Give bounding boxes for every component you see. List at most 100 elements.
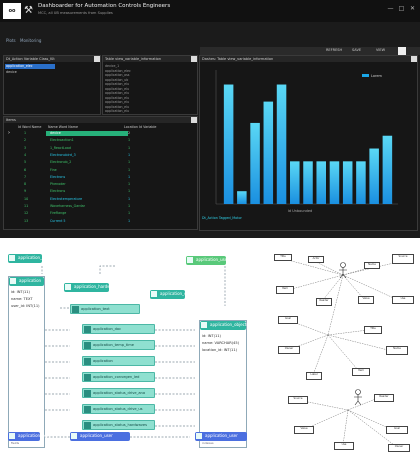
pill-application[interactable]: application	[82, 356, 155, 366]
bar-13[interactable]	[382, 135, 393, 204]
list-item[interactable]: application_elu	[105, 87, 129, 91]
list-item[interactable]: application_oss	[105, 73, 129, 77]
cell-name[interactable]: Electrons	[50, 189, 65, 193]
bar-8[interactable]	[316, 161, 326, 204]
panel-menu-icon[interactable]	[191, 117, 197, 123]
pill-application-text[interactable]: application_text	[70, 304, 140, 314]
cell-id[interactable]: 10	[24, 197, 28, 201]
bar-10[interactable]	[342, 161, 353, 204]
cell-location[interactable]: 1	[128, 146, 130, 150]
cell-location[interactable]: 1	[128, 204, 130, 208]
uml-box: Use	[334, 442, 354, 450]
cell-id[interactable]: 5	[24, 160, 26, 164]
list-item-selected[interactable]: application_elec	[5, 64, 55, 69]
cell-id[interactable]: 3	[24, 146, 26, 150]
list-item[interactable]: application_elu	[105, 105, 129, 109]
pill-application-convegen-led[interactable]: application_convegen_led	[82, 372, 155, 382]
bar-6[interactable]	[290, 161, 300, 204]
list-item[interactable]: application_elu	[105, 96, 129, 100]
cell-id[interactable]: 7	[24, 175, 26, 179]
cell-id[interactable]: 12	[24, 211, 28, 215]
cell-location[interactable]: 1	[128, 153, 130, 157]
save-button[interactable]: SAVE	[352, 48, 361, 52]
cell-name[interactable]: FireRange	[50, 211, 66, 215]
tab-monitoring[interactable]: Monitoring	[20, 38, 41, 43]
cell-id[interactable]: 9	[24, 189, 26, 193]
bar-5[interactable]	[276, 84, 287, 204]
pill-application-doc[interactable]: application_doc	[82, 324, 155, 334]
node-application-user[interactable]: application_user	[186, 256, 229, 265]
list-item[interactable]: application_ub	[105, 78, 128, 82]
pill-application-status-drive-ana[interactable]: application_status_drive_ana	[82, 388, 155, 398]
panel-menu-icon[interactable]	[191, 56, 197, 62]
cell-location[interactable]: 1	[128, 197, 130, 201]
node-application-beh[interactable]: application_beh	[8, 432, 50, 441]
cell-id[interactable]: 4	[24, 153, 26, 157]
cell-location[interactable]: 1	[128, 211, 130, 215]
cell-name[interactable]: 1_ReactLoad	[50, 146, 71, 150]
panel-menu-icon[interactable]	[411, 56, 417, 62]
cell-id[interactable]: 11	[24, 204, 28, 208]
cell-name[interactable]: Waveharness_Gardar	[50, 204, 85, 208]
node-application-dist[interactable]: application_dist	[150, 290, 191, 299]
bar-4[interactable]	[263, 101, 274, 204]
cell-id[interactable]: 6	[24, 168, 26, 172]
refresh-button[interactable]: REFRESH	[326, 48, 342, 52]
list-item[interactable]: device_1	[105, 64, 119, 68]
node-application-hardware[interactable]: application_hardware	[64, 283, 117, 292]
cell-id[interactable]: 8	[24, 182, 26, 186]
column-header-name[interactable]: Name Word Name	[48, 125, 78, 129]
bar-3[interactable]	[250, 122, 260, 204]
bar-12[interactable]	[369, 148, 379, 204]
field-row: name: TEXT	[11, 297, 33, 301]
cell-location[interactable]: 1	[128, 219, 130, 223]
node-application-user-right[interactable]: application_user	[195, 432, 247, 441]
node-application-data[interactable]: application_data	[8, 254, 51, 263]
list-item[interactable]: application_elu	[105, 82, 129, 86]
cell-location[interactable]: 1	[128, 175, 130, 179]
cell-name[interactable]: Electronobird_3	[50, 153, 76, 157]
pill-application-temp-time[interactable]: application_temp_time	[82, 340, 155, 350]
bar-11[interactable]	[356, 161, 366, 204]
cell-name[interactable]: Phenoder	[50, 182, 66, 186]
bar-1[interactable]	[223, 84, 234, 204]
tab-plots[interactable]: Plots	[6, 38, 16, 43]
cell-id[interactable]: 1	[24, 131, 26, 135]
pill-application-status-drive-us[interactable]: application_status_drive_us	[82, 404, 155, 414]
cell-location[interactable]: 1	[128, 168, 130, 172]
cell-location[interactable]: 1	[128, 189, 130, 193]
cell-name[interactable]: Electrons	[50, 175, 65, 179]
maximize-icon[interactable]: □	[397, 4, 406, 13]
cell-id[interactable]: 13	[24, 219, 28, 223]
list-item[interactable]: device	[6, 70, 17, 74]
cell-id[interactable]: 2	[24, 138, 26, 142]
view-button[interactable]: VIEW	[376, 48, 385, 52]
panel-menu-icon[interactable]	[94, 56, 100, 62]
bar-7[interactable]	[303, 161, 313, 204]
cell-name[interactable]: Fine	[50, 168, 57, 172]
list-item[interactable]: application_elu	[105, 109, 129, 113]
cell-location[interactable]: 1	[128, 160, 130, 164]
bar-9[interactable]	[329, 161, 340, 204]
cell-name[interactable]: Electroaction1	[50, 138, 74, 142]
minimize-icon[interactable]: —	[386, 4, 395, 13]
list-item[interactable]: application_elec	[105, 69, 131, 73]
cell-name[interactable]: Electronob_2	[50, 160, 71, 164]
cell-name[interactable]: device	[50, 131, 61, 135]
pill-application-status-hardwaves[interactable]: application_status_hardwaves	[82, 420, 155, 430]
node-application[interactable]: application id: INT(11) name: TEXT user_…	[8, 276, 45, 448]
cell-location[interactable]: 1	[128, 138, 130, 142]
cell-name[interactable]: Electrotemperature	[50, 197, 82, 201]
bar-2[interactable]	[237, 191, 247, 204]
list-item[interactable]: application_elu	[105, 91, 129, 95]
close-icon[interactable]: ✕	[408, 4, 417, 13]
cell-location[interactable]: 2	[128, 131, 130, 135]
menu-dots-icon[interactable]	[398, 47, 406, 55]
cell-location[interactable]: 1	[128, 182, 130, 186]
cell-name[interactable]: Current 5	[50, 219, 66, 223]
node-application-objects[interactable]: application_objects id: INT(11) name: VA…	[199, 320, 248, 448]
list-item[interactable]: application_elu	[105, 100, 129, 104]
node-application-user-bottom[interactable]: application_user	[70, 432, 130, 441]
column-header-location[interactable]: Location Id Variable	[124, 125, 156, 129]
column-header-id[interactable]: Id Word Name	[18, 125, 41, 129]
